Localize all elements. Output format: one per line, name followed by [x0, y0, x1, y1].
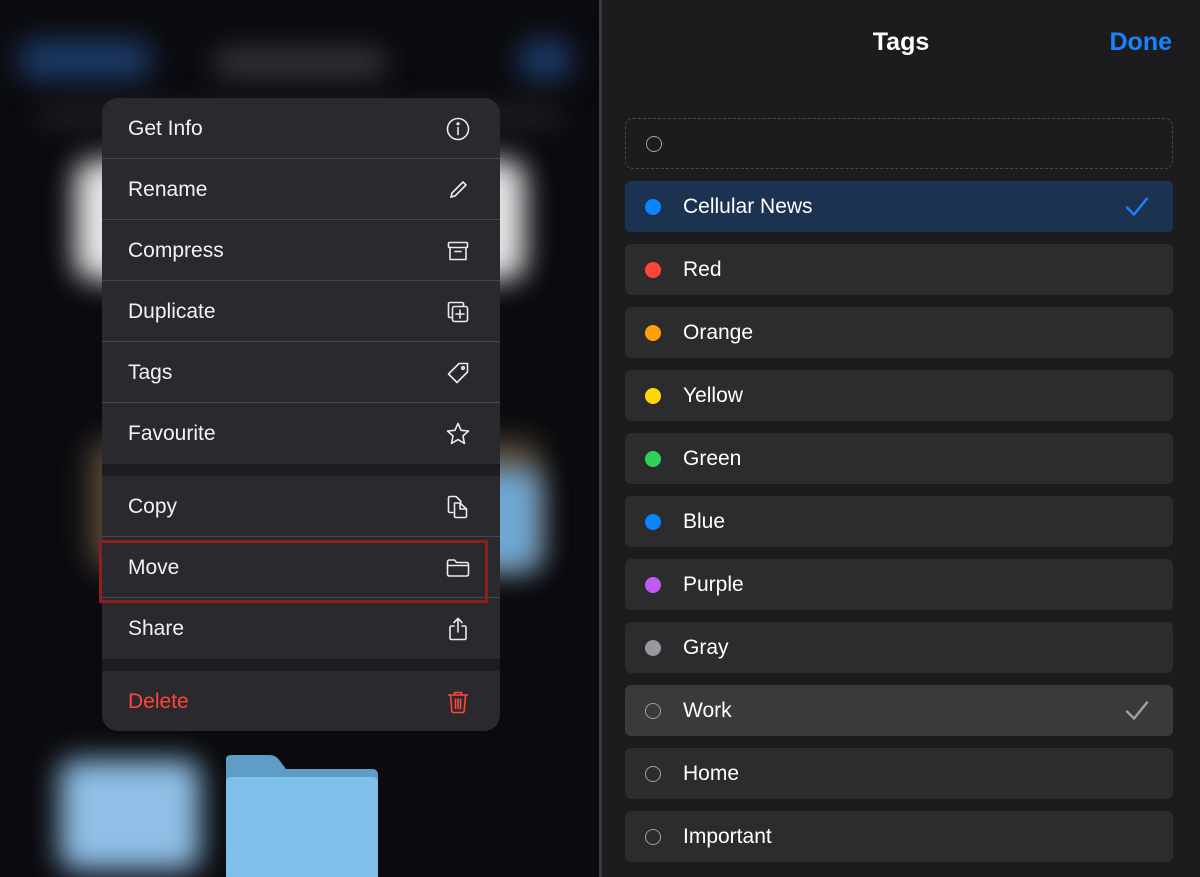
- tag-row-blue[interactable]: Blue: [625, 496, 1173, 547]
- tag-label: Home: [683, 761, 740, 785]
- tag-row-purple[interactable]: Purple: [625, 559, 1173, 610]
- tag-row-orange[interactable]: Orange: [625, 307, 1173, 358]
- tag-row-green[interactable]: Green: [625, 433, 1173, 484]
- menu-item-share[interactable]: Share: [102, 598, 500, 659]
- menu-item-duplicate[interactable]: Duplicate: [102, 281, 500, 342]
- menu-item-label: Rename: [128, 177, 208, 201]
- tag-row-red[interactable]: Red: [625, 244, 1173, 295]
- menu-item-label: Copy: [128, 494, 178, 518]
- add-new-tag-field[interactable]: [625, 118, 1173, 169]
- menu-item-label: Delete: [128, 689, 189, 713]
- trash-icon: [444, 688, 472, 716]
- menu-section-gap: [102, 464, 500, 476]
- menu-item-label: Favourite: [128, 421, 216, 445]
- blurred-file-icon: [60, 760, 200, 870]
- blurred-title: [215, 50, 385, 76]
- files-background-pane: Get Info Rename Compress Duplicate Tags …: [0, 0, 600, 877]
- tag-color-dot: [645, 261, 661, 278]
- move-highlight-box: [99, 540, 488, 603]
- tags-panel: Tags Done Cellular News Red Orange Yello…: [602, 0, 1200, 877]
- archive-box-icon: [444, 237, 472, 265]
- empty-tag-circle-icon: [645, 702, 661, 719]
- tag-label: Cellular News: [683, 194, 813, 218]
- star-icon: [444, 420, 472, 448]
- pencil-icon: [444, 176, 472, 204]
- menu-item-label: Compress: [128, 238, 224, 262]
- tag-label: Gray: [683, 635, 729, 659]
- tag-icon: [444, 359, 472, 387]
- folder-preview-icon: [226, 755, 378, 877]
- tag-color-dot: [645, 639, 661, 656]
- tag-label: Green: [683, 446, 742, 470]
- tag-label: Purple: [683, 572, 744, 596]
- tag-color-dot: [645, 513, 661, 530]
- menu-item-label: Share: [128, 616, 185, 640]
- empty-tag-circle-icon: [646, 136, 662, 152]
- empty-tag-circle-icon: [645, 765, 661, 782]
- tag-label: Red: [683, 257, 722, 281]
- tag-label: Orange: [683, 320, 754, 344]
- menu-item-compress[interactable]: Compress: [102, 220, 500, 281]
- done-button[interactable]: Done: [1110, 28, 1173, 57]
- menu-item-favourite[interactable]: Favourite: [102, 403, 500, 464]
- checkmark-icon: [1123, 697, 1151, 725]
- tag-row-yellow[interactable]: Yellow: [625, 370, 1173, 421]
- copy-documents-icon: [444, 493, 472, 521]
- tag-color-dot: [645, 450, 661, 467]
- tag-label: Important: [683, 824, 772, 848]
- tag-row-important[interactable]: Important: [625, 811, 1173, 862]
- tag-color-dot: [645, 387, 661, 404]
- menu-item-delete[interactable]: Delete: [102, 671, 500, 731]
- context-menu: Get Info Rename Compress Duplicate Tags …: [102, 98, 500, 731]
- tag-row-cellular-news[interactable]: Cellular News: [625, 181, 1173, 232]
- tag-color-dot: [645, 576, 661, 593]
- menu-item-rename[interactable]: Rename: [102, 159, 500, 220]
- blurred-toolbar-button: [20, 40, 150, 80]
- tag-label: Yellow: [683, 383, 743, 407]
- blurred-toolbar-icon: [520, 40, 570, 80]
- tag-label: Blue: [683, 509, 726, 533]
- share-icon: [444, 615, 472, 643]
- tag-color-dot: [645, 324, 661, 341]
- tag-color-dot: [645, 198, 661, 215]
- menu-item-label: Duplicate: [128, 299, 216, 323]
- menu-item-tags[interactable]: Tags: [102, 342, 500, 403]
- menu-item-label: Tags: [128, 360, 173, 384]
- duplicate-icon: [444, 298, 472, 326]
- info-icon: [444, 115, 472, 143]
- tag-row-work[interactable]: Work: [625, 685, 1173, 736]
- tag-row-gray[interactable]: Gray: [625, 622, 1173, 673]
- tag-row-home[interactable]: Home: [625, 748, 1173, 799]
- menu-section-gap: [102, 659, 500, 671]
- tag-label: Work: [683, 698, 732, 722]
- menu-item-label: Get Info: [128, 116, 203, 140]
- checkmark-icon: [1123, 193, 1151, 221]
- menu-item-get-info[interactable]: Get Info: [102, 98, 500, 159]
- menu-item-copy[interactable]: Copy: [102, 476, 500, 537]
- empty-tag-circle-icon: [645, 828, 661, 845]
